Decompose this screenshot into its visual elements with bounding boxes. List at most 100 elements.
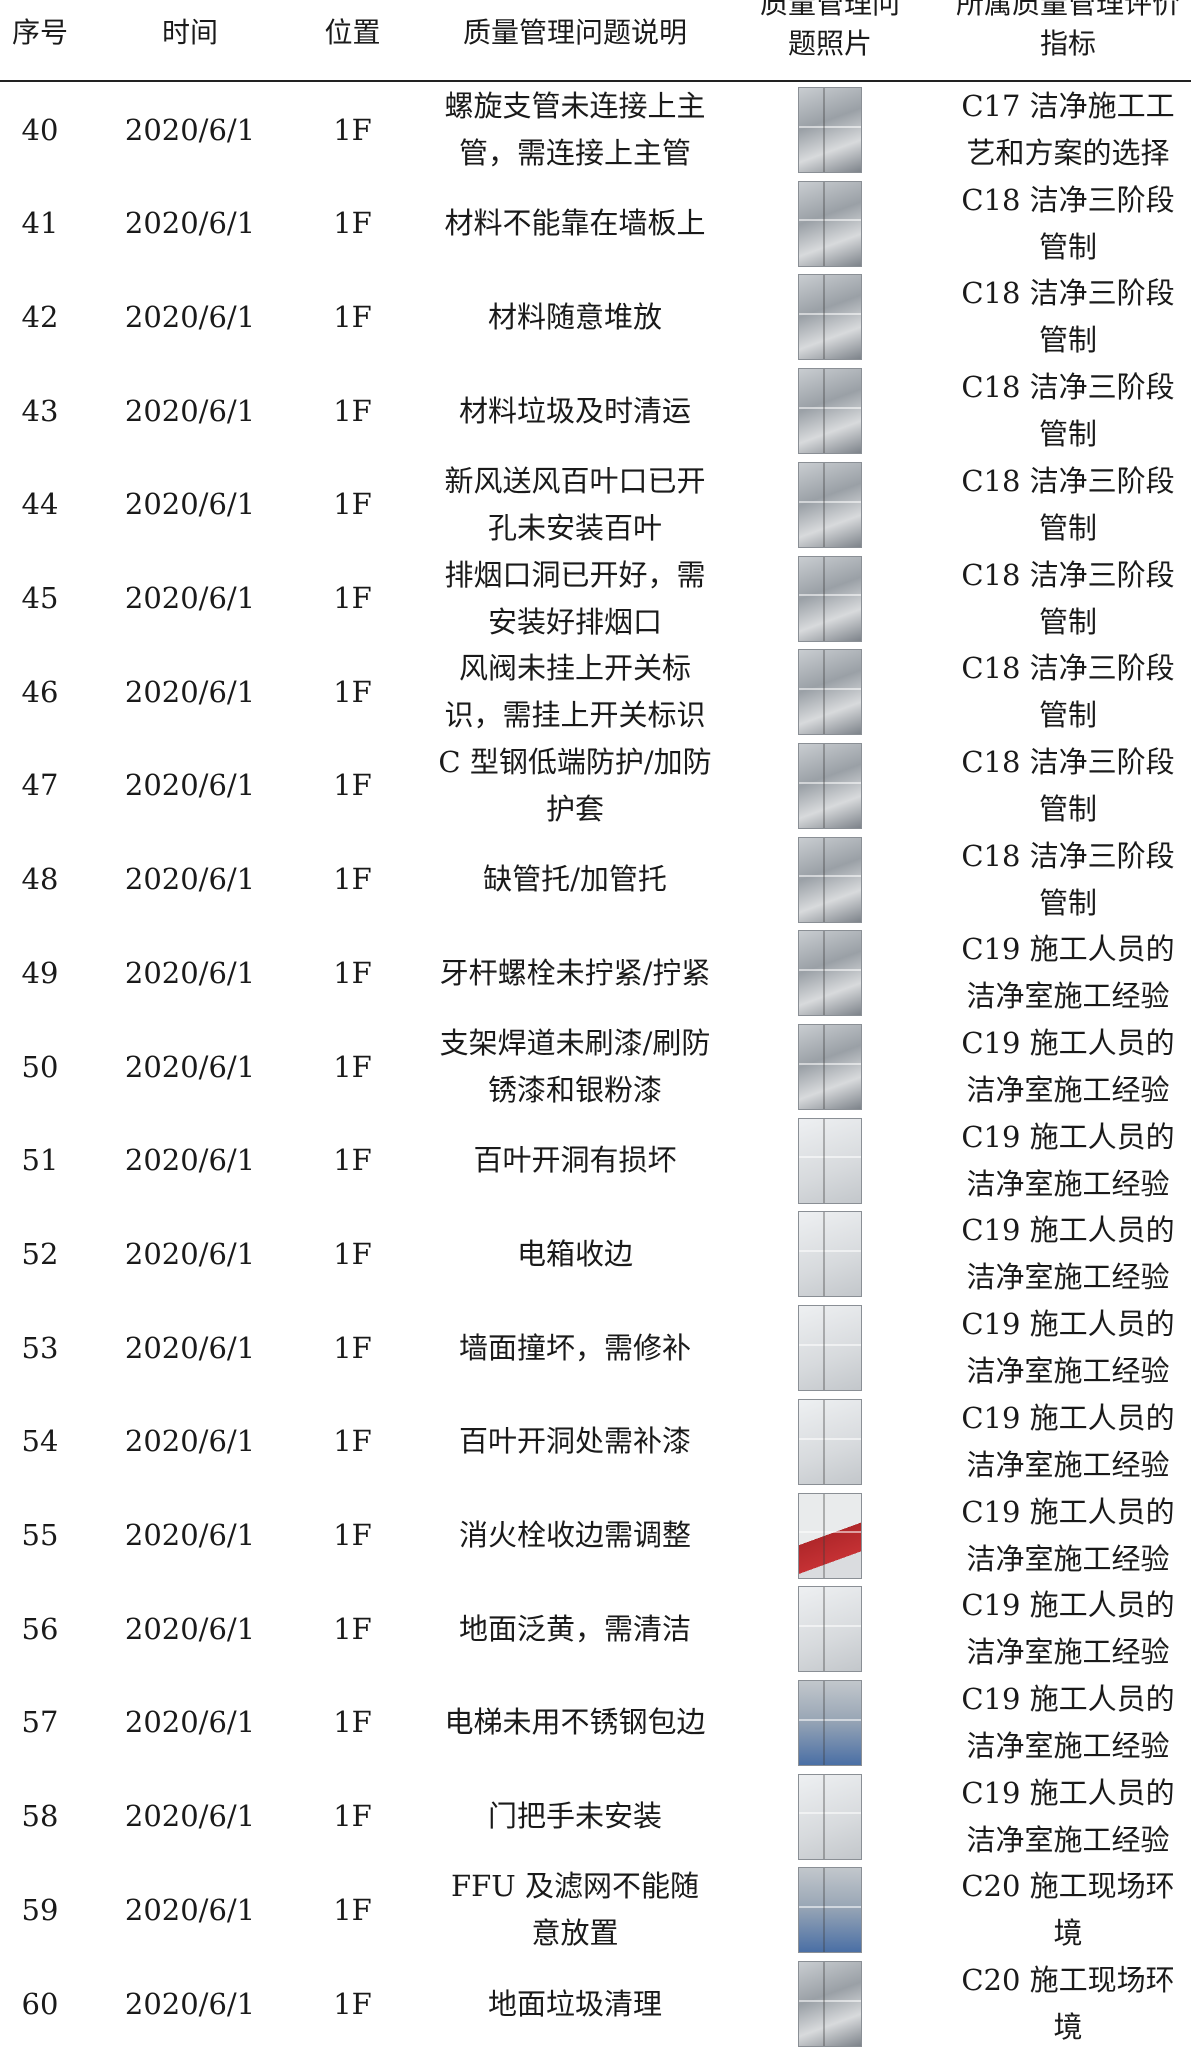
row-description-cell: 材料垃圾及时清运 [425, 364, 725, 458]
row-indicator: C18 洁净三阶段管制 [961, 276, 1175, 358]
row-no: 45 [21, 581, 59, 615]
row-description: 排烟口洞已开好，需安装好排烟口 [444, 557, 706, 639]
row-no-cell: 41 [0, 177, 80, 271]
row-indicator: C20 施工现场环境 [961, 1963, 1175, 2044]
row-date: 2020/6/1 [124, 1892, 256, 1927]
row-photo-cell [730, 364, 930, 458]
row-indicator-cell: C18 洁净三阶段管制 [945, 739, 1191, 833]
wall-panel-photo [798, 180, 862, 267]
row-location-cell: 1F [300, 1770, 405, 1864]
row-indicator: C19 施工人员的洁净室施工经验 [961, 1494, 1175, 1576]
row-no: 49 [21, 955, 59, 990]
row-location-cell: 1F [300, 1020, 405, 1114]
row-location: 1F [333, 862, 372, 897]
table-row: 60 2020/6/1 1F 地面垃圾清理 C20 施工现场环境 [0, 1957, 1191, 2051]
row-photo-cell [730, 552, 930, 646]
row-indicator-cell: C19 施工人员的洁净室施工经验 [945, 1582, 1191, 1676]
row-description-cell: 电箱收边 [425, 1207, 725, 1301]
row-date-cell: 2020/6/1 [80, 1676, 300, 1770]
door-photo [798, 1773, 862, 1860]
header-no: 序号 [11, 16, 68, 49]
row-location: 1F [333, 487, 372, 522]
row-date-cell: 2020/6/1 [80, 270, 300, 364]
row-date-cell: 2020/6/1 [80, 552, 300, 646]
row-description-cell: 百叶开洞处需补漆 [425, 1395, 725, 1489]
row-description: 支架焊道未刷漆/刷防锈漆和银粉漆 [439, 1026, 711, 1107]
row-indicator: C19 施工人员的洁净室施工经验 [961, 1775, 1175, 1857]
row-indicator: C19 施工人员的洁净室施工经验 [961, 1588, 1175, 1670]
electric-box-photo [798, 1211, 862, 1298]
row-location-cell: 1F [300, 1676, 405, 1770]
row-description: 材料随意堆放 [487, 299, 662, 334]
row-location: 1F [333, 1986, 372, 2021]
row-indicator-cell: C18 洁净三阶段管制 [945, 552, 1191, 646]
row-indicator: C18 洁净三阶段管制 [961, 463, 1175, 545]
row-description-cell: 百叶开洞有损坏 [425, 1114, 725, 1208]
row-no-cell: 57 [0, 1676, 80, 1770]
row-description: 螺旋支管未连接上主管，需连接上主管 [444, 89, 706, 170]
wall-damage-photo [798, 1305, 862, 1392]
header-description: 质量管理问题说明 [462, 16, 687, 49]
row-description: C 型钢低端防护/加防护套 [438, 744, 712, 826]
row-no-cell: 56 [0, 1582, 80, 1676]
table-row: 49 2020/6/1 1F 牙杆螺栓未拧紧/拧紧 C19 施工人员的洁净室施工经验 [0, 926, 1191, 1020]
row-location-cell: 1F [300, 926, 405, 1020]
row-indicator: C18 洁净三阶段管制 [961, 838, 1175, 920]
row-location-cell: 1F [300, 458, 405, 552]
row-indicator: C19 施工人员的洁净室施工经验 [961, 1026, 1175, 1107]
row-indicator-cell: C19 施工人员的洁净室施工经验 [945, 1020, 1191, 1114]
row-no: 55 [21, 1518, 59, 1552]
row-description-cell: 缺管托/加管托 [425, 833, 725, 927]
row-indicator-cell: C19 施工人员的洁净室施工经验 [945, 1676, 1191, 1770]
row-description: 百叶开洞处需补漆 [458, 1424, 691, 1459]
row-location-cell: 1F [300, 1114, 405, 1208]
row-date: 2020/6/1 [124, 581, 256, 615]
table-row: 45 2020/6/1 1F 排烟口洞已开好，需安装好排烟口 C18 洁净三阶段管制 [0, 552, 1191, 646]
row-indicator-cell: C19 施工人员的洁净室施工经验 [945, 1114, 1191, 1208]
row-date: 2020/6/1 [124, 1236, 256, 1271]
row-no: 50 [21, 1049, 59, 1084]
row-date: 2020/6/1 [124, 1611, 256, 1646]
row-location: 1F [333, 1330, 372, 1365]
row-no: 60 [21, 1986, 59, 2021]
row-indicator: C18 洁净三阶段管制 [961, 370, 1175, 452]
header-photo: 质量管理问题照片 [759, 0, 900, 60]
row-date-cell: 2020/6/1 [80, 1114, 300, 1208]
elevator-photo [798, 1679, 862, 1766]
row-no: 58 [21, 1799, 59, 1834]
table-row: 57 2020/6/1 1F 电梯未用不锈钢包边 C19 施工人员的洁净室施工经验 [0, 1676, 1191, 1770]
pipe-support-photo [798, 836, 862, 923]
row-indicator: C19 施工人员的洁净室施工经验 [961, 1681, 1175, 1763]
damper-photo [798, 649, 862, 736]
row-indicator-cell: C18 洁净三阶段管制 [945, 177, 1191, 271]
row-location-cell: 1F [300, 833, 405, 927]
row-description: 电箱收边 [516, 1236, 633, 1271]
row-date: 2020/6/1 [124, 487, 256, 522]
row-date: 2020/6/1 [124, 1424, 256, 1459]
row-location: 1F [333, 581, 372, 615]
table-row: 42 2020/6/1 1F 材料随意堆放 C18 洁净三阶段管制 [0, 270, 1191, 364]
row-date-cell: 2020/6/1 [80, 1395, 300, 1489]
row-indicator-cell: C19 施工人员的洁净室施工经验 [945, 1301, 1191, 1395]
row-no: 46 [21, 674, 59, 709]
row-location-cell: 1F [300, 645, 405, 739]
row-location: 1F [333, 1236, 372, 1271]
row-date-cell: 2020/6/1 [80, 1770, 300, 1864]
row-indicator-cell: C19 施工人员的洁净室施工经验 [945, 1395, 1191, 1489]
row-description: 地面垃圾清理 [487, 1986, 662, 2021]
row-indicator: C19 施工人员的洁净室施工经验 [961, 1400, 1175, 1482]
row-no-cell: 53 [0, 1301, 80, 1395]
row-date: 2020/6/1 [124, 1518, 256, 1552]
table-row: 50 2020/6/1 1F 支架焊道未刷漆/刷防锈漆和银粉漆 C19 施工人员的洁净室… [0, 1020, 1191, 1114]
row-indicator-cell: C18 洁净三阶段管制 [945, 833, 1191, 927]
row-description-cell: FFU 及滤网不能随意放置 [425, 1863, 725, 1957]
row-indicator: C19 施工人员的洁净室施工经验 [961, 932, 1175, 1014]
table-row: 51 2020/6/1 1F 百叶开洞有损坏 C19 施工人员的洁净室施工经验 [0, 1114, 1191, 1208]
row-description: 墙面撞坏，需修补 [458, 1330, 691, 1365]
row-no: 43 [21, 393, 59, 428]
row-description: 材料垃圾及时清运 [458, 393, 691, 428]
row-indicator-cell: C18 洁净三阶段管制 [945, 270, 1191, 364]
row-indicator: C17 洁净施工工艺和方案的选择 [961, 89, 1175, 170]
ffu-photo [798, 1867, 862, 1954]
row-photo-cell [730, 926, 930, 1020]
